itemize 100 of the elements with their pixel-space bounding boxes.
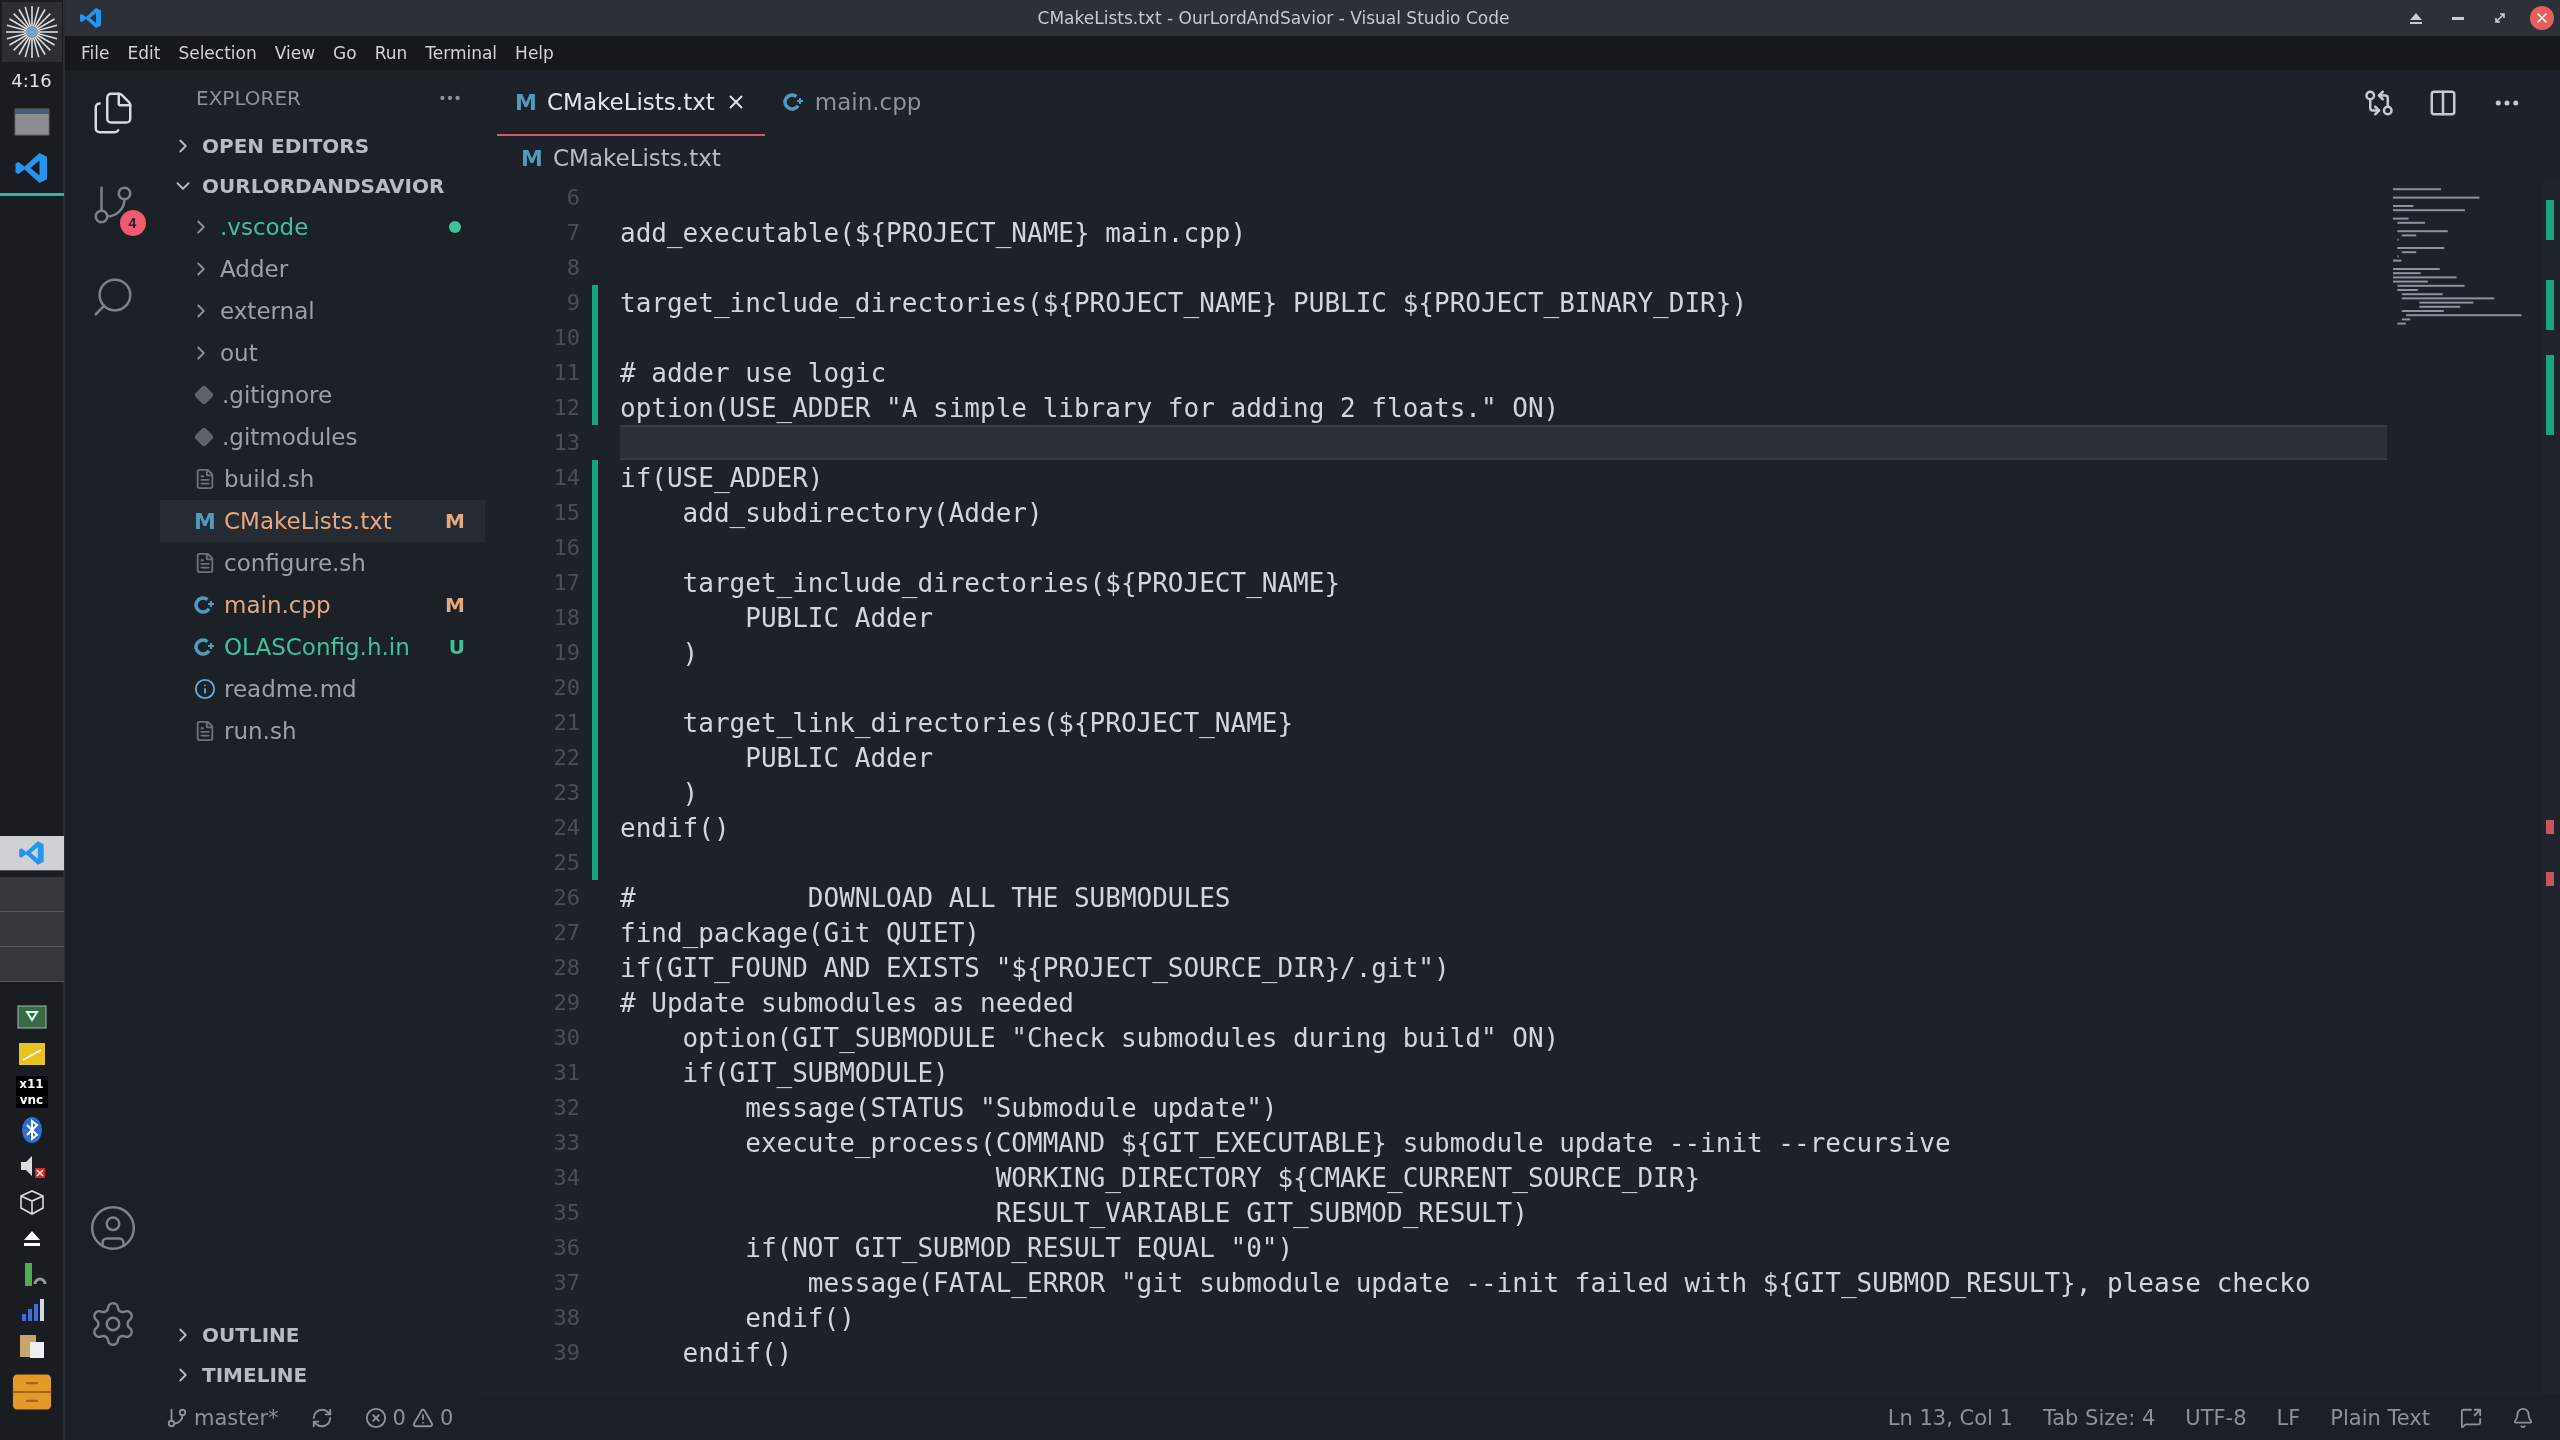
- file-tree-item[interactable]: M CMakeLists.txt M: [160, 500, 485, 542]
- section-header[interactable]: TIMELINE: [160, 1355, 485, 1395]
- problems-indicator[interactable]: 0 0: [358, 1405, 460, 1430]
- code-line: target_link_directories(${PROJECT_NAME}: [681, 707, 1294, 738]
- cpp-file-icon: [194, 594, 216, 616]
- file-name: build.sh: [224, 466, 316, 492]
- file-name: readme.md: [224, 676, 358, 702]
- file-name: Adder: [220, 256, 290, 282]
- section-header[interactable]: OURLORDANDSAVIOR: [160, 166, 485, 206]
- code-editor-icon[interactable]: [13, 150, 50, 186]
- text-file-icon: [194, 720, 216, 742]
- encoding[interactable]: UTF-8: [2179, 1405, 2253, 1430]
- code-line: # Update submodules as needed: [620, 987, 1074, 1018]
- cmake-file-icon: M: [515, 89, 537, 115]
- code-line: PUBLIC Adder: [744, 602, 934, 633]
- file-name: external: [220, 298, 316, 324]
- code-line: add_executable(${PROJECT_NAME} main.cpp): [620, 217, 1247, 248]
- menu-item[interactable]: Selection: [170, 41, 265, 65]
- code-line: message(STATUS "Submodule update"): [744, 1092, 1278, 1123]
- file-name: configure.sh: [224, 550, 367, 576]
- minimize-icon: [2452, 16, 2464, 20]
- code-line: target_include_directories(${PROJECT_NAME} PUBLIC ${PROJECT_BINARY_DIR}): [620, 287, 1748, 318]
- file-tree-item[interactable]: .gitignore: [160, 374, 485, 416]
- clock: 4:16: [11, 70, 52, 91]
- cursor-position[interactable]: Ln 13, Col 1: [1881, 1405, 2019, 1430]
- file-tree-item[interactable]: configure.sh: [160, 542, 485, 584]
- file-tree-item[interactable]: build.sh: [160, 458, 485, 500]
- cpp-file-icon: [194, 636, 216, 658]
- cmake-file-icon: M: [194, 508, 216, 534]
- code-line: message(FATAL_ERROR "git submodule update --init failed with ${GIT_SUBMOD_RESULT}, please checko: [806, 1267, 2311, 1298]
- line-ending[interactable]: LF: [2270, 1405, 2307, 1430]
- section-header[interactable]: OUTLINE: [160, 1315, 485, 1355]
- file-name: CMakeLists.txt: [224, 508, 393, 534]
- menu-item[interactable]: File: [73, 41, 118, 65]
- branch-indicator[interactable]: master*: [160, 1405, 285, 1430]
- menu-item[interactable]: Run: [366, 41, 416, 65]
- file-tree-item[interactable]: .gitmodules: [160, 416, 485, 458]
- file-name: .gitmodules: [222, 424, 359, 450]
- text-file-icon: [194, 552, 216, 574]
- code-line: # DOWNLOAD ALL THE SUBMODULES: [620, 882, 1231, 913]
- info-file-icon: [194, 678, 216, 700]
- code-line: endif(): [620, 812, 730, 843]
- file-name: run.sh: [224, 718, 298, 744]
- file-tree-item[interactable]: readme.md: [160, 668, 485, 710]
- code-line: endif(): [681, 1337, 793, 1368]
- notification-badge: 4: [119, 210, 146, 236]
- note-icon[interactable]: [16, 1040, 47, 1068]
- file-tree-item[interactable]: OLASConfig.h.in U: [160, 626, 485, 668]
- code-line: if(GIT_SUBMODULE): [681, 1057, 949, 1088]
- file-name: main.cpp: [224, 592, 332, 618]
- file-name: out: [220, 340, 259, 366]
- taskbar-app-button[interactable]: [0, 836, 64, 871]
- code-line: if(GIT_FOUND AND EXISTS "${PROJECT_SOURCE_DIR}/.git"): [620, 952, 1450, 983]
- cmake-file-icon: M: [521, 145, 543, 171]
- window-title: CMakeLists.txt - OurLordAndSavior - Visual Studio Code: [1036, 8, 1511, 28]
- git-file-icon: [194, 427, 214, 447]
- breadcrumb[interactable]: CMakeLists.txt: [553, 145, 721, 171]
- menu-item[interactable]: Help: [507, 41, 562, 65]
- code-editor-icon: [79, 6, 103, 30]
- git-status: M: [445, 593, 465, 617]
- code-line: ): [681, 637, 699, 668]
- file-name: OLASConfig.h.in: [224, 634, 411, 660]
- vnc-tray-icon[interactable]: x11 vnc: [15, 1076, 48, 1108]
- file-tree-item[interactable]: out: [160, 332, 485, 374]
- window-icon[interactable]: [13, 108, 50, 136]
- code-line: find_package(Git QUIET): [620, 917, 981, 948]
- file-tree-item[interactable]: external: [160, 290, 485, 332]
- code-line: RESULT_VARIABLE GIT_SUBMOD_RESULT): [994, 1197, 1528, 1228]
- editor-tab[interactable]: M CMakeLists.txt: [497, 70, 765, 136]
- text-file-icon: [194, 468, 216, 490]
- code-line: target_include_directories(${PROJECT_NAME}: [681, 567, 1341, 598]
- language-mode[interactable]: Plain Text: [2324, 1405, 2436, 1430]
- code-line: ): [681, 777, 699, 808]
- menu-item[interactable]: Go: [325, 41, 365, 65]
- file-name: .gitignore: [222, 382, 334, 408]
- sidebar-title: EXPLORER: [196, 86, 301, 110]
- code-line: option(GIT_SUBMODULE "Check submodules during build" ON): [681, 1022, 1560, 1053]
- menu-item[interactable]: Terminal: [417, 41, 506, 65]
- file-tree-item[interactable]: .vscode: [160, 206, 485, 248]
- tab-size[interactable]: Tab Size: 4: [2036, 1405, 2162, 1430]
- menu-item[interactable]: Edit: [119, 41, 169, 65]
- git-status: M: [445, 509, 465, 533]
- code-line: PUBLIC Adder: [744, 742, 934, 773]
- code-line: option(USE_ADDER "A simple library for adding 2 floats." ON): [620, 392, 1560, 423]
- file-tree-item[interactable]: main.cpp M: [160, 584, 485, 626]
- section-header[interactable]: OPEN EDITORS: [160, 126, 485, 166]
- starburst-logo-icon[interactable]: [1, 2, 62, 62]
- code-editor-icon: [17, 839, 46, 867]
- code-line: if(NOT GIT_SUBMOD_RESULT EQUAL "0"): [744, 1232, 1294, 1263]
- editor-tab[interactable]: main.cpp: [764, 70, 940, 136]
- menu-item[interactable]: View: [266, 41, 324, 65]
- code-line: # adder use logic: [620, 357, 887, 388]
- cpp-file-icon: [782, 91, 805, 113]
- maximize-icon: [2492, 10, 2508, 26]
- file-name: .vscode: [220, 214, 310, 240]
- file-tree-item[interactable]: run.sh: [160, 710, 485, 752]
- terminal-download-icon[interactable]: [16, 1004, 47, 1032]
- file-tree-item[interactable]: Adder: [160, 248, 485, 290]
- close-button[interactable]: [2530, 6, 2554, 30]
- code-line: WORKING_DIRECTORY ${CMAKE_CURRENT_SOURCE_DIR}: [994, 1162, 1701, 1193]
